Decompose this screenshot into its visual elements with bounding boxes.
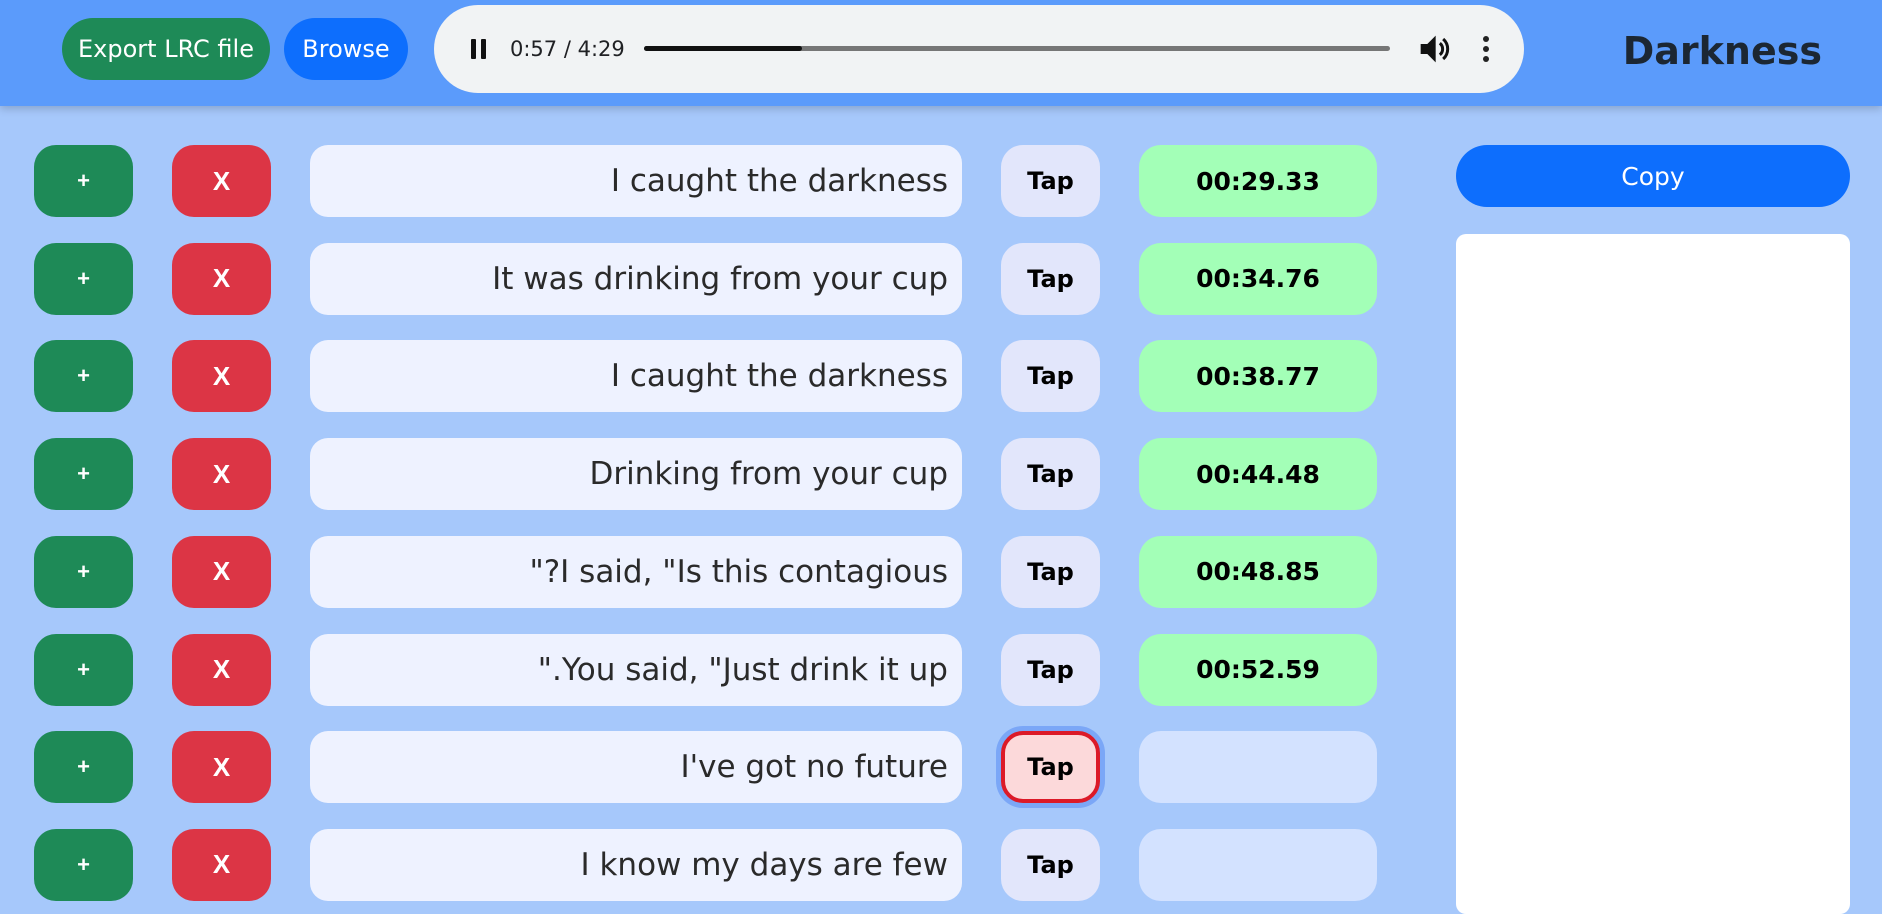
add-line-button[interactable]: + (34, 535, 133, 608)
add-line-button[interactable]: + (34, 633, 133, 706)
timestamp-field (1139, 828, 1377, 901)
add-line-button[interactable]: + (34, 731, 133, 804)
tap-button[interactable]: Tap (1001, 145, 1100, 217)
tap-button[interactable]: Tap (1001, 535, 1100, 608)
delete-line-button[interactable]: X (172, 145, 271, 217)
header-bar: Export LRC file Browse 0:57 / 4:29 Darkn… (0, 0, 1882, 106)
add-line-button[interactable]: + (34, 828, 133, 901)
lyric-input[interactable]: Drinking from your cup (310, 438, 962, 511)
delete-line-button[interactable]: X (172, 535, 271, 608)
tap-button[interactable]: Tap (1001, 828, 1100, 901)
audio-player: 0:57 / 4:29 (434, 5, 1524, 93)
lyric-row: + X "?I said, "Is this contagious Tap 00:48.… (0, 535, 1400, 608)
delete-line-button[interactable]: X (172, 828, 271, 901)
add-line-button[interactable]: + (34, 242, 133, 315)
timestamp-field: 00:44.48 (1139, 438, 1377, 511)
lyric-row: + X It was drinking from your cup Tap 00:34.… (0, 242, 1400, 315)
seek-progress (644, 46, 803, 51)
lyric-row: + X I know my days are few Tap (0, 828, 1400, 901)
timestamp-field: 00:29.33 (1139, 145, 1377, 217)
tap-button[interactable]: Tap (1001, 438, 1100, 511)
lyric-input[interactable]: It was drinking from your cup (310, 242, 962, 315)
timestamp-field: 00:34.76 (1139, 242, 1377, 315)
seek-bar[interactable] (644, 46, 1390, 51)
timestamp-field: 00:52.59 (1139, 633, 1377, 706)
tap-button[interactable]: Tap (1001, 731, 1100, 804)
lyric-input[interactable]: I know my days are few (310, 828, 962, 901)
lyric-row: + X Drinking from your cup Tap 00:44.48 (0, 438, 1400, 511)
add-line-button[interactable]: + (34, 438, 133, 511)
timestamp-field: 00:48.85 (1139, 535, 1377, 608)
more-vert-icon[interactable] (1466, 29, 1506, 69)
lyric-row: + X I caught the darkness Tap 00:29.33 (0, 145, 1400, 217)
lyric-input[interactable]: I caught the darkness (310, 145, 962, 217)
lyric-input[interactable]: "?I said, "Is this contagious (310, 535, 962, 608)
lyric-input[interactable]: I've got no future (310, 731, 962, 804)
browse-button[interactable]: Browse (284, 18, 408, 80)
timestamp-field: 00:38.77 (1139, 340, 1377, 413)
delete-line-button[interactable]: X (172, 731, 271, 804)
volume-icon[interactable] (1414, 29, 1454, 69)
add-line-button[interactable]: + (34, 145, 133, 217)
lyric-row: + X ".You said, "Just drink it up Tap 00:52.… (0, 633, 1400, 706)
delete-line-button[interactable]: X (172, 633, 271, 706)
timestamp-field (1139, 731, 1377, 804)
song-title: Darkness (1622, 29, 1822, 73)
lyric-input[interactable]: ".You said, "Just drink it up (310, 633, 962, 706)
copy-button[interactable]: Copy (1456, 145, 1850, 207)
tap-button[interactable]: Tap (1001, 340, 1100, 413)
lyric-row: + X I've got no future Tap (0, 731, 1400, 804)
delete-line-button[interactable]: X (172, 438, 271, 511)
export-lrc-button[interactable]: Export LRC file (62, 18, 270, 80)
pause-icon[interactable] (458, 29, 498, 69)
delete-line-button[interactable]: X (172, 242, 271, 315)
time-display: 0:57 / 4:29 (510, 37, 625, 61)
delete-line-button[interactable]: X (172, 340, 271, 413)
tap-button[interactable]: Tap (1001, 242, 1100, 315)
lrc-output-area[interactable] (1456, 234, 1850, 914)
add-line-button[interactable]: + (34, 340, 133, 413)
lyric-input[interactable]: I caught the darkness (310, 340, 962, 413)
tap-button[interactable]: Tap (1001, 633, 1100, 706)
lyric-row: + X I caught the darkness Tap 00:38.77 (0, 340, 1400, 413)
